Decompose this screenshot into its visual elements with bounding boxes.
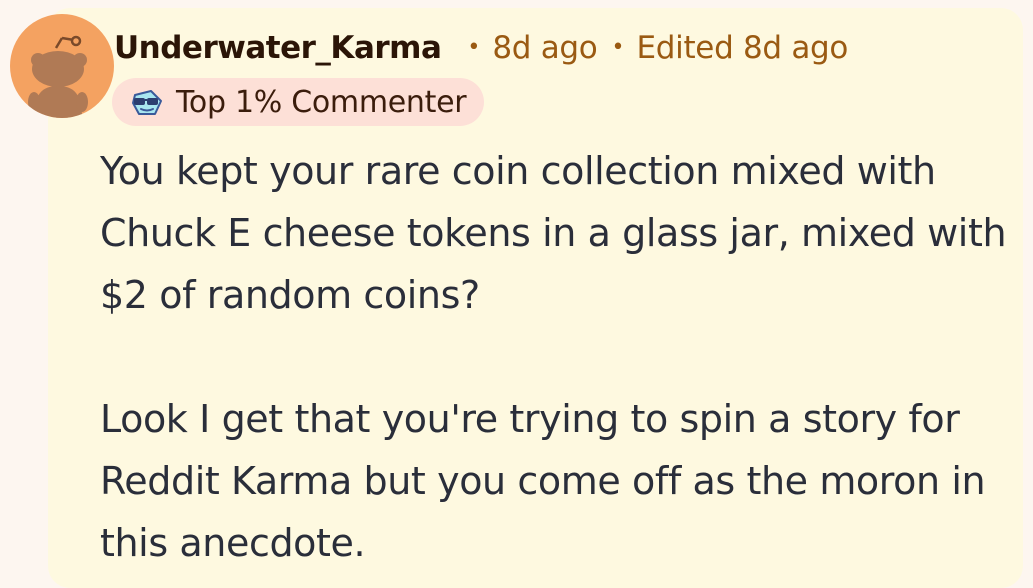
posted-timestamp[interactable]: 8d ago xyxy=(492,30,597,66)
separator-dot: • xyxy=(467,34,481,60)
edited-label: Edited 8d ago xyxy=(636,30,849,66)
username-link[interactable]: Underwater_Karma xyxy=(114,30,442,66)
sunglasses-achievement-icon xyxy=(130,87,164,117)
comment-header: Underwater_Karma • 8d ago • Edited 8d ag… xyxy=(114,26,848,70)
achievement-badge[interactable]: Top 1% Commenter xyxy=(112,78,485,126)
comment-paragraph: Look I get that you're trying to spin a … xyxy=(100,397,986,565)
comment-paragraph: You kept your rare coin collection mixed… xyxy=(100,149,1007,317)
separator-dot: • xyxy=(611,34,625,60)
avatar[interactable] xyxy=(10,14,114,118)
comment-body: You kept your rare coin collection mixed… xyxy=(100,140,1015,574)
badge-label: Top 1% Commenter xyxy=(176,84,467,120)
snoo-avatar-icon xyxy=(10,14,114,118)
